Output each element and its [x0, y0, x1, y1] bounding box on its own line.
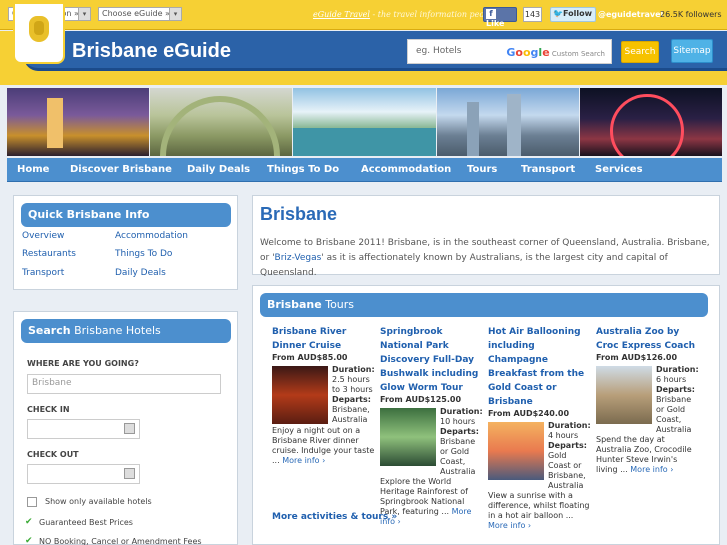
city-night-photo — [7, 88, 150, 156]
benefit-best-prices: Guaranteed Best Prices — [39, 518, 133, 527]
tour-card: Brisbane River Dinner Cruise From AUD$85… — [272, 324, 375, 466]
quick-info-heading: Quick Brisbane Info — [21, 203, 231, 227]
more-info-link[interactable]: More info › — [630, 465, 673, 474]
tour-card: Springbrook National Park Discovery Full… — [380, 324, 483, 527]
checkmark-icon: ✔ — [25, 517, 33, 527]
tour-title[interactable]: Australia Zoo by Croc Express Coach — [596, 327, 695, 351]
sitemap-button[interactable]: Sitemap — [671, 39, 713, 63]
quick-link-transport[interactable]: Transport — [22, 268, 64, 278]
follow-label: Follow — [562, 9, 592, 18]
chevron-down-icon: ▾ — [169, 8, 181, 20]
chevron-down-icon: ▾ — [78, 8, 90, 20]
main-nav: Home Discover Brisbane Daily Deals Thing… — [7, 158, 722, 182]
google-custom-search-label: Google Custom Search — [506, 46, 605, 59]
available-only-checkbox[interactable] — [27, 497, 37, 507]
twitter-bird-icon: 🐦 — [553, 9, 563, 18]
tour-price: From AUD$85.00 — [272, 353, 348, 362]
more-info-link[interactable]: More info › — [488, 521, 531, 530]
nav-services[interactable]: Services — [595, 158, 643, 182]
page-title: Brisbane — [260, 204, 338, 224]
quick-link-overview[interactable]: Overview — [22, 231, 64, 241]
tour-card: Australia Zoo by Croc Express Coach From… — [596, 324, 699, 475]
check-out-label: CHECK OUT — [27, 450, 79, 459]
followers-count: 26.5K followers — [660, 10, 722, 19]
destination-input[interactable]: Brisbane — [27, 374, 221, 394]
tours-panel: Brisbane Tours Brisbane River Dinner Cru… — [252, 285, 720, 545]
quick-link-things-to-do[interactable]: Things To Do — [115, 249, 172, 259]
more-info-link[interactable]: More info › — [282, 456, 325, 465]
twitter-handle[interactable]: @eguidetravel — [598, 10, 663, 19]
site-title[interactable]: Brisbane eGuide — [72, 40, 231, 63]
intro-text: Welcome to Brisbane 2011! Brisbane, is i… — [260, 238, 710, 278]
site-logo[interactable] — [13, 2, 65, 64]
tours-heading: Brisbane Tours — [260, 293, 708, 317]
quick-link-daily-deals[interactable]: Daily Deals — [115, 268, 166, 278]
tour-description: Spend the day at Australia Zoo, Crocodil… — [596, 435, 692, 474]
check-out-input[interactable] — [27, 464, 140, 484]
search-button[interactable]: Search — [621, 41, 659, 63]
briz-vegas-link[interactable]: Briz-Vegas — [275, 253, 322, 263]
tagline: eGuide Travel - the travel information p… — [313, 10, 499, 19]
tour-description: View a sunrise with a difference, whilst… — [488, 491, 590, 530]
eguide-travel-link[interactable]: eGuide Travel — [313, 10, 370, 19]
search-input[interactable]: eg. Hotels Google Custom Search — [407, 39, 612, 64]
tour-image[interactable] — [596, 366, 652, 424]
tour-price: From AUD$126.00 — [596, 353, 678, 362]
facebook-like-button[interactable]: fLike — [483, 7, 517, 28]
quick-link-accommodation[interactable]: Accommodation — [115, 231, 188, 241]
tour-description: Enjoy a night out on a Brisbane River di… — [272, 426, 375, 465]
nav-transport[interactable]: Transport — [521, 158, 575, 182]
quick-link-restaurants[interactable]: Restaurants — [22, 249, 76, 259]
tour-price: From AUD$240.00 — [488, 409, 570, 418]
choose-eguide-label: Choose eGuide » — [102, 9, 170, 18]
tour-card: Hot Air Ballooning including Champagne B… — [488, 324, 591, 531]
nav-discover-brisbane[interactable]: Discover Brisbane — [70, 158, 172, 182]
calendar-icon[interactable] — [124, 423, 135, 434]
top-bar: Choose Region » ▾ Choose eGuide » ▾ eGui… — [0, 0, 727, 30]
crest-inner — [34, 21, 44, 35]
streets-beach-photo — [293, 88, 436, 156]
destination-label: WHERE ARE YOU GOING? — [27, 359, 139, 368]
nav-things-to-do[interactable]: Things To Do — [267, 158, 339, 182]
choose-eguide-select[interactable]: Choose eGuide » ▾ — [98, 7, 182, 21]
benefit-no-fees: NO Booking, Cancel or Amendment Fees — [39, 537, 202, 545]
nav-accommodation[interactable]: Accommodation — [361, 158, 451, 182]
tour-image[interactable] — [380, 408, 436, 466]
quick-info-panel: Quick Brisbane Info Overview Accommodati… — [13, 195, 238, 290]
ferris-wheel-photo — [579, 88, 723, 156]
nav-daily-deals[interactable]: Daily Deals — [187, 158, 250, 182]
tour-title[interactable]: Springbrook National Park Discovery Full… — [380, 327, 478, 393]
tour-price: From AUD$125.00 — [380, 395, 462, 404]
city-skyline-photo — [436, 88, 579, 156]
tagline-text: - the travel information people. — [369, 10, 500, 19]
tour-title[interactable]: Hot Air Ballooning including Champagne B… — [488, 327, 584, 407]
hotel-search-heading: Search Brisbane Hotels — [21, 319, 231, 343]
checkmark-icon: ✔ — [25, 536, 33, 545]
check-in-label: CHECK IN — [27, 405, 70, 414]
arbour-walkway-photo — [150, 88, 293, 156]
facebook-icon: f — [486, 9, 496, 19]
tour-image[interactable] — [272, 366, 328, 424]
available-only-label: Show only available hotels — [45, 497, 152, 506]
tour-image[interactable] — [488, 422, 544, 480]
like-label: Like — [486, 19, 505, 28]
like-count: 143 — [523, 7, 542, 22]
calendar-icon[interactable] — [124, 468, 135, 479]
nav-home[interactable]: Home — [17, 158, 49, 182]
more-activities-link[interactable]: More activities & tours » — [272, 512, 397, 522]
photo-banner — [7, 88, 723, 156]
check-in-input[interactable] — [27, 419, 140, 439]
nav-tours[interactable]: Tours — [467, 158, 497, 182]
welcome-panel: Brisbane Welcome to Brisbane 2011! Brisb… — [252, 195, 720, 278]
tour-title[interactable]: Brisbane River Dinner Cruise — [272, 327, 346, 351]
twitter-follow-button[interactable]: 🐦Follow — [550, 7, 596, 22]
hotel-search-panel: Search Brisbane Hotels WHERE ARE YOU GOI… — [13, 311, 238, 545]
search-placeholder: eg. Hotels — [416, 46, 462, 56]
